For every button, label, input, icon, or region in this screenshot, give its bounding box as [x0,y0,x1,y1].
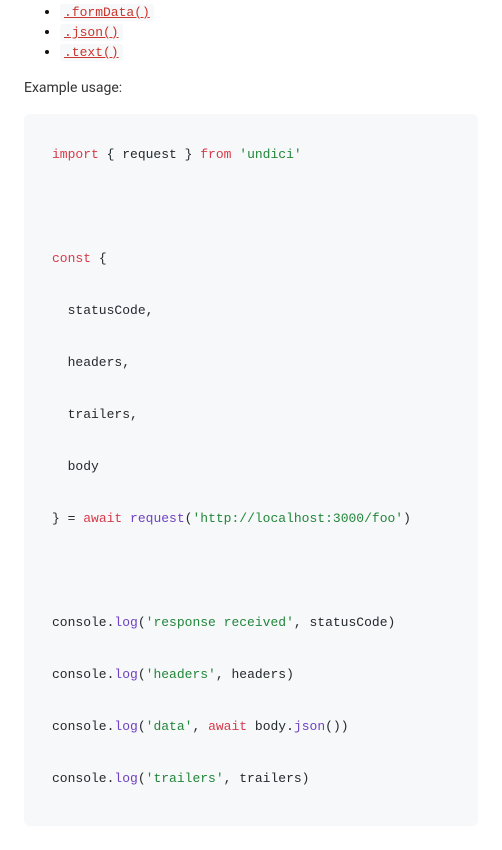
str-headers: 'headers' [146,667,216,682]
list-item: .text() [60,44,478,60]
code-block: import { request } from 'undici' const {… [24,114,478,826]
code-line: headers, [52,350,450,376]
list-item: .json() [60,24,478,40]
code-ident: body [255,719,286,734]
kw-await: await [208,719,247,734]
code-line [52,194,450,220]
code-punc: ( [138,667,146,682]
api-link-json[interactable]: .json() [60,24,123,41]
code-line: console.log('data', await body.json()) [52,714,450,740]
code-punc: ) [403,511,411,526]
list-item: .formData() [60,4,478,20]
api-method-list: .formData() .json() .text() [24,4,478,60]
code-punc: . [107,771,115,786]
code-punc: } [177,147,200,162]
code-ident: console [52,667,107,682]
str-trailers: 'trailers' [146,771,224,786]
fn-log: log [114,615,137,630]
code-punc: . [107,667,115,682]
fn-json: json [294,719,325,734]
code-punc: ( [138,719,146,734]
code-line: console.log('response received', statusC… [52,610,450,636]
code-ident: statusCode, [52,298,153,324]
str-undici: 'undici' [239,147,301,162]
kw-await: await [83,511,122,526]
code-punc: , statusCode) [294,615,395,630]
code-ident: trailers, [52,402,138,428]
str-url: 'http://localhost:3000/foo' [192,511,403,526]
code-ident: console [52,719,107,734]
code-line: console.log('headers', headers) [52,662,450,688]
fn-log: log [114,667,137,682]
kw-const: const [52,251,91,266]
doc-content: .formData() .json() .text() Example usag… [0,4,502,850]
example-usage-heading: Example usage: [24,80,478,96]
api-link-formdata[interactable]: .formData() [60,4,154,21]
api-link-text[interactable]: .text() [60,44,123,61]
kw-from: from [200,147,231,162]
fn-request: request [130,511,185,526]
code-punc: ( [138,615,146,630]
code-punc: ( [138,771,146,786]
code-punc: . [286,719,294,734]
code-punc: , headers) [216,667,294,682]
fn-log: log [114,771,137,786]
code-line [52,558,450,584]
code-punc: ( [185,511,193,526]
code-ident: console [52,615,107,630]
code-line: console.log('trailers', trailers) [52,766,450,792]
code-line: statusCode, [52,298,450,324]
code-ident: console [52,771,107,786]
code-punc: ()) [325,719,348,734]
code-ident: body [52,454,99,480]
code-punc: } = [52,511,83,526]
code-punc: , [192,719,208,734]
code-punc: , trailers) [224,771,310,786]
code-line: body [52,454,450,480]
code-line: import { request } from 'undici' [52,142,450,168]
code-sp [122,511,130,526]
fn-log: log [114,719,137,734]
code-punc: . [107,719,115,734]
code-punc: { [99,147,122,162]
code-line: const { [52,246,450,272]
str-data: 'data' [146,719,193,734]
str-response: 'response received' [146,615,294,630]
code-sp [247,719,255,734]
kw-import: import [52,147,99,162]
code-ident: request [122,147,177,162]
code-punc: . [107,615,115,630]
code-line: trailers, [52,402,450,428]
code-ident: headers, [52,350,130,376]
code-punc: { [91,251,107,266]
